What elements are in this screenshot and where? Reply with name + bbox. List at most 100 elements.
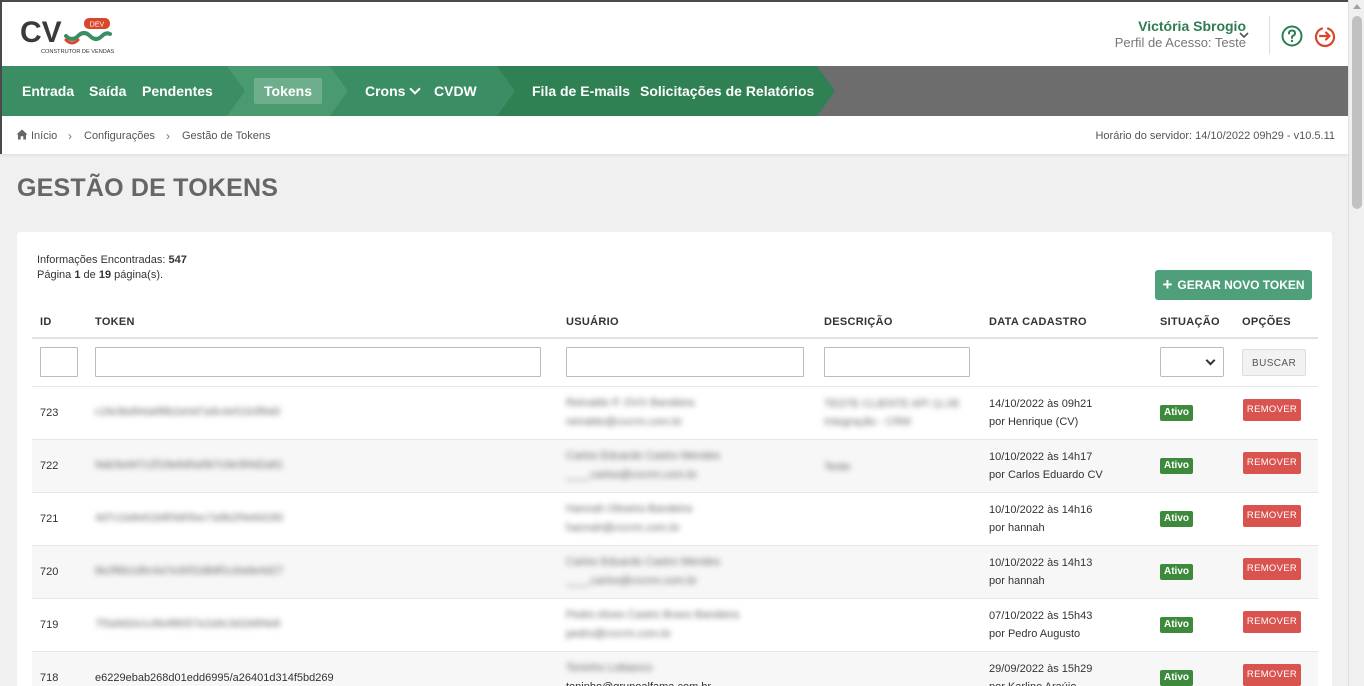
row-user-email: pedro@cvcrm.com.br: [566, 628, 672, 640]
breadcrumb: Início › Configurações › Gestão de Token…: [0, 116, 1348, 154]
row-id: 721: [40, 513, 59, 525]
breadcrumb-configuracoes[interactable]: Configurações: [84, 130, 155, 142]
row-token: 7f3a9d2e1c6b4f8057e2a9c3d1b6f4e8: [95, 618, 281, 630]
scrollbar-thumb[interactable]: [1352, 16, 1362, 209]
remove-button[interactable]: REMOVER: [1243, 452, 1301, 474]
remove-button[interactable]: REMOVER: [1243, 664, 1301, 686]
col-opcoes: OPÇÕES: [1242, 316, 1291, 328]
info-count: 547: [168, 254, 187, 266]
generate-token-label: GERAR NOVO TOKEN: [1177, 278, 1305, 292]
row-user-name: Hannah Oliveira Bandeira: [566, 503, 692, 515]
chevron-down-icon: [409, 83, 422, 95]
row-created-by: por Henrique (CV): [989, 416, 1079, 428]
page-scrollbar[interactable]: [1348, 0, 1364, 686]
nav-solicitacoes-relatorios[interactable]: Solicitações de Relatórios: [640, 66, 814, 116]
search-button[interactable]: BUSCAR: [1242, 349, 1307, 376]
row-user-name: Toninho Lobianco: [566, 662, 653, 674]
remove-button[interactable]: REMOVER: [1243, 611, 1301, 633]
table-row: 721 4d7c2a9e61b8f3d05ec7a9b2f4e6d180 Hanna…: [32, 493, 1318, 546]
row-user-name: Carlos Eduardo Castro Mendes: [566, 556, 721, 568]
breadcrumb-inicio[interactable]: Início: [31, 130, 57, 142]
filter-id-input[interactable]: [40, 347, 78, 377]
user-name: Victória Sbrogio: [1138, 18, 1246, 34]
results-info: Informações Encontradas: 547 Página 1 de…: [37, 253, 187, 283]
row-user-name: Carlos Eduardo Castro Mendes: [566, 450, 721, 462]
chevron-down-icon[interactable]: [1238, 29, 1250, 41]
row-date: 29/09/2022 às 15h29: [989, 663, 1093, 675]
col-token[interactable]: TOKEN: [95, 316, 135, 328]
remove-button[interactable]: REMOVER: [1243, 399, 1301, 421]
table-row: 723 c1fe3bd94a6f8b2e0d7a9c4e51b3f6d0 Reina…: [32, 387, 1318, 440]
row-date: 10/10/2022 às 14h16: [989, 504, 1093, 516]
breadcrumb-separator: ›: [68, 129, 72, 143]
row-description: TESTE CLIENTE API 11.08: [824, 398, 959, 410]
row-token: 8e2f6b1d9c4a7e3052db8f1c6a9e4d27: [95, 565, 284, 577]
row-date: 10/10/2022 às 14h17: [989, 451, 1093, 463]
row-id: 722: [40, 460, 59, 472]
col-situacao[interactable]: SITUAÇÃO: [1160, 316, 1220, 328]
filter-situacao-select[interactable]: [1160, 347, 1224, 377]
row-created-by: por Carlos Eduardo CV: [989, 469, 1103, 481]
breadcrumb-separator: ›: [166, 129, 170, 143]
server-time: Horário do servidor: 14/10/2022 09h29 - …: [1095, 130, 1335, 142]
header-divider: [1269, 16, 1270, 54]
info-label: Informações Encontradas:: [37, 254, 166, 266]
pagination-prefix: Página: [37, 269, 72, 281]
col-id[interactable]: ID: [40, 316, 52, 328]
breadcrumb-current: Gestão de Tokens: [182, 130, 271, 142]
row-id: 723: [40, 407, 59, 419]
row-user-email: ____carlos@cvcrm.com.br: [566, 575, 697, 587]
status-badge: Ativo: [1160, 670, 1193, 686]
status-badge: Ativo: [1160, 511, 1193, 527]
nav-crons-label: Crons: [365, 83, 406, 99]
cv-logo[interactable]: CV DEV CONSTRUTOR DE VENDAS: [20, 14, 116, 58]
pagination-suffix: página(s).: [114, 269, 164, 281]
remove-button[interactable]: REMOVER: [1243, 505, 1301, 527]
nav-fila-emails[interactable]: Fila de E-mails: [532, 66, 630, 116]
filter-descricao-input[interactable]: [824, 347, 970, 377]
row-date: 10/10/2022 às 14h13: [989, 557, 1093, 569]
row-id: 719: [40, 619, 59, 631]
row-user-email: reinaldo@cvcrm.com.br: [566, 416, 683, 428]
chevron-down-icon: [1205, 355, 1216, 366]
row-description-2: Integração - CRM: [824, 416, 911, 428]
nav-saida[interactable]: Saída: [89, 66, 126, 116]
row-date: 14/10/2022 às 09h21: [989, 398, 1093, 410]
row-user-name: Pedro Alves Castro Bravo Bandeira: [566, 609, 740, 621]
row-id: 718: [40, 672, 59, 684]
logo-badge: DEV: [90, 22, 105, 29]
row-token: e6229ebab268d01edd6995/a26401d314f5bd269: [95, 672, 334, 684]
row-created-by: por hannah: [989, 575, 1045, 587]
row-user-email: ____carlos@cvcrm.com.br: [566, 469, 697, 481]
nav-crons[interactable]: Crons: [365, 66, 422, 116]
row-description: Teste: [824, 461, 851, 473]
help-icon[interactable]: [1281, 25, 1303, 47]
status-badge: Ativo: [1160, 564, 1193, 580]
user-menu[interactable]: Victória Sbrogio Perfil de Acesso: Teste: [1115, 18, 1246, 50]
remove-button[interactable]: REMOVER: [1243, 558, 1301, 580]
top-header: CV DEV CONSTRUTOR DE VENDAS Victória Sbr…: [0, 0, 1348, 66]
row-token: 9ab3ed47c2f18e6d0a5b7c9e3f4d2a81: [95, 459, 284, 471]
row-token: 4d7c2a9e61b8f3d05ec7a9b2f4e6d180: [95, 512, 284, 524]
status-badge: Ativo: [1160, 458, 1193, 474]
status-badge: Ativo: [1160, 405, 1193, 421]
scroll-up-arrow-icon[interactable]: [1353, 4, 1361, 9]
nav-cvdw[interactable]: CVDW: [434, 66, 477, 116]
col-usuario[interactable]: USUÁRIO: [566, 316, 619, 328]
main-nav: Entrada Saída Pendentes Tokens Crons CVD…: [0, 66, 1348, 116]
nav-tokens[interactable]: Tokens: [254, 78, 322, 104]
col-descricao[interactable]: DESCRIÇÃO: [824, 316, 893, 328]
col-data-cadastro[interactable]: DATA CADASTRO: [989, 316, 1087, 328]
nav-entrada[interactable]: Entrada: [22, 66, 74, 116]
filter-row: BUSCAR: [32, 339, 1318, 387]
logo-text: CV: [20, 16, 62, 49]
logout-icon[interactable]: [1313, 24, 1337, 48]
filter-token-input[interactable]: [95, 347, 541, 377]
generate-token-button[interactable]: + GERAR NOVO TOKEN: [1155, 270, 1312, 300]
nav-pendentes[interactable]: Pendentes: [142, 66, 213, 116]
row-date: 07/10/2022 às 15h43: [989, 610, 1093, 622]
row-token: c1fe3bd94a6f8b2e0d7a9c4e51b3f6d0: [95, 406, 281, 418]
table-row: 718 e6229ebab268d01edd6995/a26401d314f5bd…: [32, 652, 1318, 686]
page-title: GESTÃO DE TOKENS: [17, 174, 279, 202]
filter-usuario-input[interactable]: [566, 347, 804, 377]
